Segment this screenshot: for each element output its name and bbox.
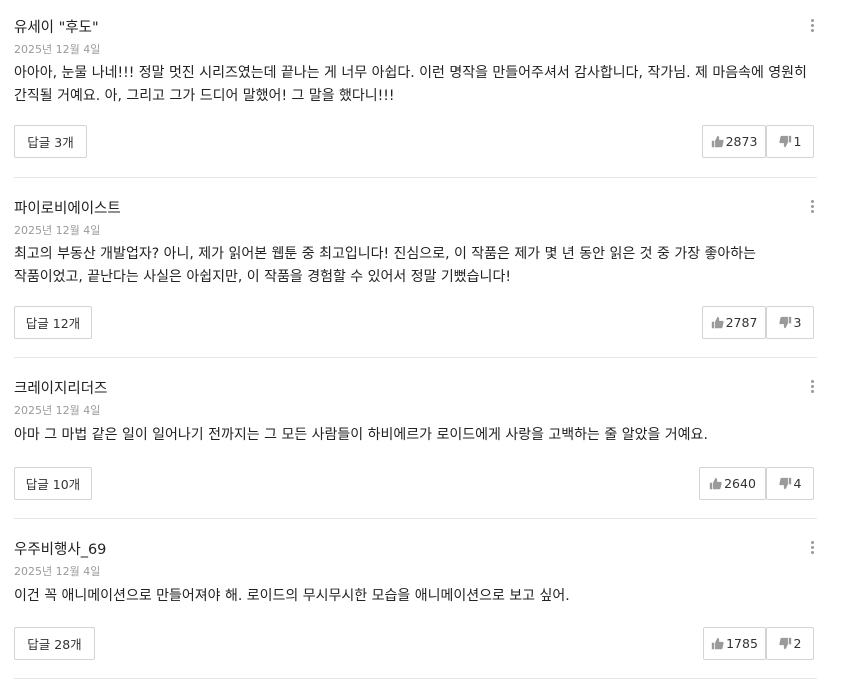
comment-date: 2025년 12월 4일 (14, 224, 101, 237)
dislike-button[interactable]: 3 (766, 306, 814, 339)
like-count: 2873 (725, 134, 758, 149)
comment-author[interactable]: 파이로비에이스트 (14, 197, 121, 218)
comment-author[interactable]: 유세이 "후도" (14, 16, 99, 37)
like-count: 1785 (726, 636, 758, 651)
thumbs-up-icon (711, 637, 724, 650)
divider (14, 678, 817, 679)
comment-date: 2025년 12월 4일 (14, 565, 101, 578)
replies-button[interactable]: 답글 3개 (14, 125, 87, 158)
thumbs-up-icon (711, 316, 724, 329)
comment-date: 2025년 12월 4일 (14, 404, 101, 417)
like-button[interactable]: 2873 (702, 125, 766, 158)
more-options-icon[interactable] (807, 197, 817, 215)
dislike-count: 4 (793, 476, 802, 491)
comment-text: 이건 꼭 애니메이션으로 만들어져야 해. 로이드의 무시무시한 모습을 애니메… (14, 588, 570, 604)
comment-author[interactable]: 크레이지리더즈 (14, 377, 107, 398)
comment-text: 아아아, 눈물 나네!!! 정말 멋진 시리즈였는데 끝나는 게 너무 아쉽다.… (14, 65, 807, 104)
comment-text: 아마 그 마법 같은 일이 일어나기 전까지는 그 모든 사람들이 하비에르가 … (14, 427, 708, 443)
dislike-button[interactable]: 1 (766, 125, 814, 158)
like-count: 2787 (725, 315, 758, 330)
replies-button[interactable]: 답글 28개 (14, 627, 95, 660)
dislike-button[interactable]: 2 (766, 627, 814, 660)
more-options-icon[interactable] (807, 538, 817, 556)
more-options-icon[interactable] (807, 16, 817, 34)
thumbs-up-icon (711, 135, 724, 148)
thumbs-down-icon (778, 477, 792, 490)
more-options-icon[interactable] (807, 377, 817, 395)
divider (14, 177, 817, 178)
dislike-count: 3 (793, 315, 802, 330)
dislike-button[interactable]: 4 (766, 467, 814, 500)
divider (14, 357, 817, 358)
comment-date: 2025년 12월 4일 (14, 43, 101, 56)
replies-button[interactable]: 답글 10개 (14, 467, 92, 500)
divider (14, 518, 817, 519)
thumbs-down-icon (778, 637, 792, 650)
like-button[interactable]: 2640 (699, 467, 766, 500)
dislike-count: 2 (793, 636, 802, 651)
like-button[interactable]: 1785 (703, 627, 766, 660)
comment-author[interactable]: 우주비행사_69 (14, 538, 106, 559)
dislike-count: 1 (793, 134, 802, 149)
thumbs-up-icon (709, 477, 722, 490)
like-button[interactable]: 2787 (702, 306, 766, 339)
thumbs-down-icon (778, 135, 792, 148)
comment-text: 최고의 부동산 개발업자? 아니, 제가 읽어본 웹툰 중 최고입니다! 진심으… (14, 246, 757, 285)
replies-button[interactable]: 답글 12개 (14, 306, 92, 339)
like-count: 2640 (724, 476, 756, 491)
thumbs-down-icon (778, 316, 792, 329)
